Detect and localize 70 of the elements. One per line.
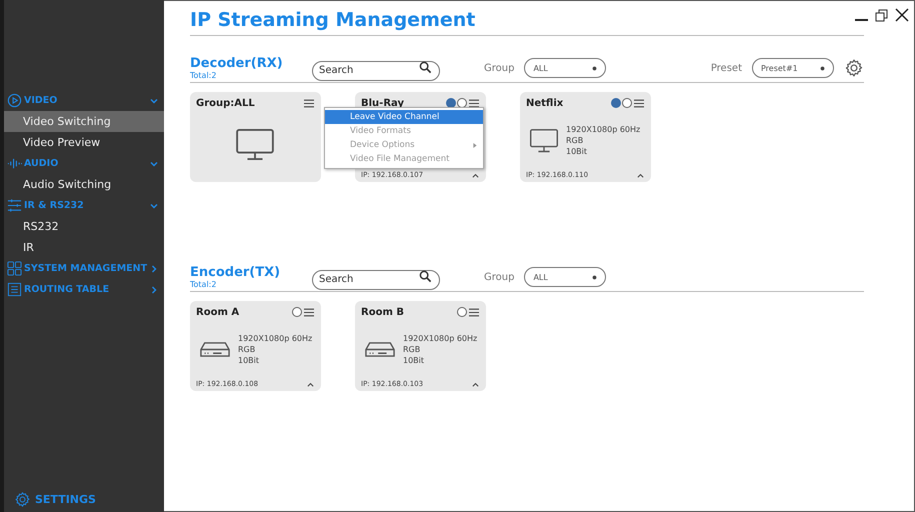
format-text: RGB bbox=[403, 345, 422, 354]
monitor-icon bbox=[236, 128, 274, 160]
search-icon bbox=[419, 61, 432, 74]
collapse-caret-icon[interactable] bbox=[472, 382, 479, 386]
total-count: Total:2 bbox=[190, 280, 218, 289]
nav-item[interactable]: IR bbox=[4, 237, 164, 258]
chevron-down-icon bbox=[150, 96, 158, 104]
dropdown-caret-icon bbox=[592, 66, 598, 70]
card-title: Netflix bbox=[526, 98, 564, 108]
collapse-caret-icon[interactable] bbox=[307, 382, 314, 386]
collapse-caret-icon[interactable] bbox=[472, 172, 479, 178]
sliders-icon bbox=[7, 198, 22, 213]
menu-item[interactable]: Leave Video Channel bbox=[325, 110, 483, 124]
search-field[interactable]: Search bbox=[312, 60, 440, 80]
submenu-arrow-icon bbox=[473, 142, 477, 148]
card-title: Blu-Ray bbox=[361, 98, 405, 108]
section-title: Encoder(TX) bbox=[190, 265, 282, 280]
restore-icon[interactable] bbox=[874, 7, 890, 23]
search-icon bbox=[419, 270, 432, 283]
format-text: RGB bbox=[238, 345, 256, 354]
chevron-down-icon bbox=[150, 202, 158, 210]
search-field[interactable]: Search bbox=[312, 270, 440, 290]
device-box-icon bbox=[200, 341, 230, 358]
toggle-switch[interactable] bbox=[611, 98, 632, 108]
nav-item[interactable]: Video Switching bbox=[4, 111, 164, 132]
group-dropdown[interactable]: ALL bbox=[524, 58, 606, 78]
format-text: 10Bit bbox=[403, 356, 426, 365]
format-text: 1920X1080p 60Hz bbox=[566, 125, 640, 134]
menu-icon[interactable] bbox=[304, 308, 314, 316]
preset-dropdown[interactable]: Preset#1 bbox=[752, 58, 834, 78]
toggle-switch[interactable] bbox=[292, 307, 302, 317]
card-title: Room A bbox=[196, 306, 240, 318]
chevron-down-icon bbox=[150, 160, 158, 168]
menu-icon[interactable] bbox=[634, 98, 644, 108]
group-card[interactable]: Group:ALL bbox=[190, 92, 321, 182]
chevron-right-icon bbox=[150, 286, 158, 294]
group-label: Group bbox=[484, 62, 514, 74]
settings-icon[interactable] bbox=[844, 58, 864, 78]
chevron-right-icon bbox=[150, 264, 158, 272]
dropdown-caret-icon bbox=[592, 274, 598, 280]
card-title: Group:ALL bbox=[196, 98, 256, 108]
menu-icon[interactable] bbox=[469, 98, 479, 108]
format-text: 10Bit bbox=[238, 356, 260, 365]
play-circle-icon bbox=[7, 93, 22, 108]
section-title: Decoder(RX) bbox=[190, 56, 284, 71]
settings-icon[interactable] bbox=[14, 491, 31, 508]
nav-item[interactable]: RS232 bbox=[4, 216, 164, 237]
card-title: Room B bbox=[361, 306, 405, 318]
preset-label: Preset bbox=[710, 62, 742, 74]
total-count: Total:2 bbox=[190, 71, 218, 80]
menu-icon[interactable] bbox=[469, 308, 479, 316]
close-icon[interactable] bbox=[894, 7, 910, 23]
device-box-icon bbox=[365, 341, 395, 358]
window-title: IP Streaming Management bbox=[190, 9, 476, 36]
dropdown-caret-icon bbox=[820, 66, 825, 70]
nav-item[interactable]: Audio Switching bbox=[4, 174, 164, 195]
grid-icon bbox=[7, 261, 22, 276]
format-text: RGB bbox=[566, 136, 584, 145]
nav-item[interactable]: Video Preview bbox=[4, 132, 164, 153]
list-icon bbox=[7, 282, 22, 297]
format-text: 1920X1080p 60Hz bbox=[403, 334, 478, 343]
menu-icon[interactable] bbox=[304, 98, 314, 108]
format-text: 1920X1080p 60Hz bbox=[238, 334, 312, 343]
format-text: 10Bit bbox=[566, 147, 588, 156]
group-dropdown[interactable]: ALL bbox=[524, 267, 606, 287]
group-label: Group bbox=[484, 272, 514, 282]
monitor-icon bbox=[530, 128, 558, 152]
toggle-switch[interactable] bbox=[457, 307, 467, 317]
collapse-caret-icon[interactable] bbox=[637, 172, 644, 178]
sound-wave-icon bbox=[7, 156, 22, 171]
